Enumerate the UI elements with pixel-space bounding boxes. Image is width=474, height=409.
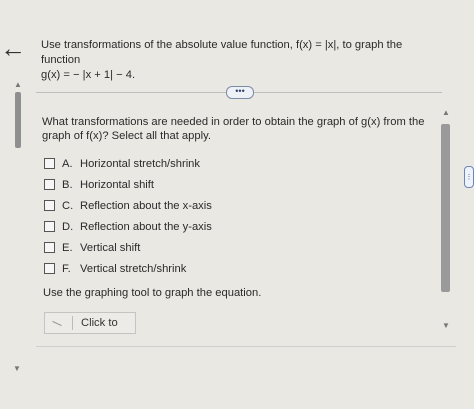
checkbox[interactable] — [44, 200, 55, 211]
checkbox[interactable] — [44, 221, 55, 232]
option-letter: C. — [62, 199, 74, 212]
option-label: Horizontal shift — [80, 178, 154, 191]
line-tool-icon — [48, 315, 70, 331]
more-button[interactable]: ••• — [226, 86, 254, 99]
option-label: Vertical shift — [80, 241, 141, 254]
option-d[interactable]: D. Reflection about the y-axis — [44, 216, 344, 237]
option-letter: F. — [62, 262, 71, 275]
checkbox[interactable] — [44, 242, 55, 253]
question-line-2: g(x) = − |x + 1| − 4. — [41, 69, 136, 81]
checkbox[interactable] — [44, 263, 55, 274]
option-label: Reflection about the x-axis — [80, 199, 212, 212]
option-letter: A. — [62, 157, 73, 170]
side-panel-handle[interactable]: ⋮ — [464, 166, 474, 188]
checkbox[interactable] — [44, 179, 55, 190]
option-e[interactable]: E. Vertical shift — [44, 237, 344, 258]
bottom-divider — [36, 346, 456, 347]
checkbox[interactable] — [44, 158, 55, 169]
back-arrow-icon[interactable]: ← — [0, 34, 26, 62]
option-label: Vertical stretch/shrink — [80, 262, 187, 275]
option-c[interactable]: C. Reflection about the x-axis — [44, 195, 344, 216]
graphing-tool-button[interactable]: Click to — [44, 312, 136, 334]
right-scrollbar[interactable]: ▲ ▼ — [440, 108, 452, 333]
option-letter: B. — [62, 178, 73, 191]
scroll-up-icon[interactable]: ▲ — [14, 80, 22, 89]
click-to-label: Click to — [81, 317, 118, 329]
graphing-instruction: Use the graphing tool to graph the equat… — [43, 287, 262, 299]
left-scrollbar[interactable]: ▲ ▼ — [12, 80, 24, 380]
subquestion-text: What transformations are needed in order… — [42, 116, 425, 142]
option-f[interactable]: F. Vertical stretch/shrink — [44, 258, 344, 279]
scroll-thumb[interactable] — [15, 92, 21, 148]
option-label: Reflection about the y-axis — [80, 220, 212, 233]
option-label: Horizontal stretch/shrink — [80, 157, 200, 170]
option-b[interactable]: B. Horizontal shift — [44, 174, 344, 195]
question-text: Use transformations of the absolute valu… — [41, 38, 441, 83]
option-a[interactable]: A. Horizontal stretch/shrink — [44, 153, 344, 174]
option-letter: D. — [62, 220, 74, 233]
scroll-up-icon[interactable]: ▲ — [442, 108, 450, 117]
question-line-1: Use transformations of the absolute valu… — [41, 39, 403, 66]
scroll-thumb[interactable] — [441, 124, 450, 292]
option-letter: E. — [62, 241, 73, 254]
scroll-down-icon[interactable]: ▼ — [442, 321, 450, 330]
tool-separator — [72, 316, 73, 330]
scroll-down-icon[interactable]: ▼ — [13, 364, 21, 373]
options-list: A. Horizontal stretch/shrink B. Horizont… — [44, 153, 344, 279]
